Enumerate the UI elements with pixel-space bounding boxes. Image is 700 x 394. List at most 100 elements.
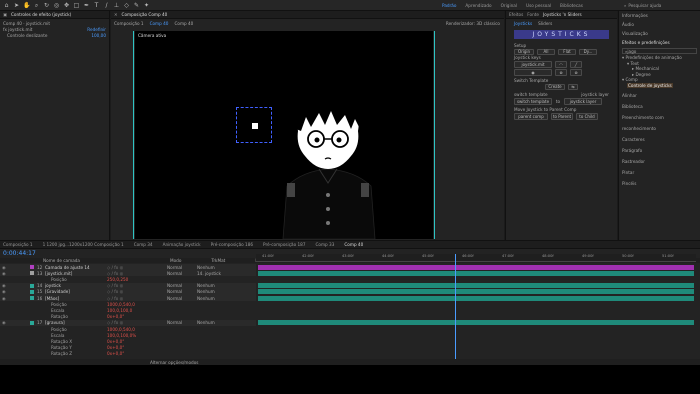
- label-color-swatch[interactable]: [30, 346, 34, 350]
- panel-brushes[interactable]: Pincéis: [622, 178, 697, 189]
- layer-parent[interactable]: Nenhum: [197, 296, 235, 301]
- panel-paragraph[interactable]: Parágrafo: [622, 145, 697, 156]
- panel-character[interactable]: Caracteres: [622, 134, 697, 145]
- switch-template-dropdown[interactable]: switch template: [514, 98, 552, 105]
- panel-content-aware[interactable]: Preenchimento com reconhecimento: [622, 112, 697, 134]
- label-color-swatch[interactable]: [30, 296, 34, 300]
- layer-mode[interactable]: Normal: [167, 271, 197, 276]
- timeline-tab[interactable]: Pré-composição 186: [211, 242, 253, 247]
- joystick-layer-dropdown2[interactable]: joystick layer: [564, 98, 602, 105]
- label-color-swatch[interactable]: [30, 265, 34, 269]
- layer-name[interactable]: Rotação X: [45, 339, 107, 344]
- property-value[interactable]: 0x+0,0°: [107, 314, 167, 319]
- layer-duration-bar[interactable]: [258, 264, 694, 270]
- layer-parent[interactable]: Nenhum: [197, 283, 235, 288]
- visibility-icon[interactable]: ◉: [2, 283, 10, 288]
- comp-viewer[interactable]: Câmera ativa: [135, 31, 433, 239]
- label-color-swatch[interactable]: [30, 302, 34, 306]
- lock-icon[interactable]: ▣: [3, 12, 7, 17]
- property-row[interactable]: Posição 250,0,250: [0, 276, 256, 282]
- timeline-tab[interactable]: Composição 1: [3, 242, 33, 247]
- property-value[interactable]: 1000,0,540,0: [107, 327, 167, 332]
- breadcrumb-item[interactable]: Comp 40: [150, 21, 169, 26]
- home-icon[interactable]: ⌂: [3, 2, 10, 9]
- pen-tool-icon[interactable]: ✒: [83, 2, 90, 9]
- joystick-layer-dropdown[interactable]: ◉: [514, 69, 552, 76]
- dyn-button[interactable]: Dy...: [579, 49, 597, 55]
- label-color-swatch[interactable]: [30, 327, 34, 331]
- slider-value[interactable]: 100,00: [91, 33, 106, 39]
- switches[interactable]: ◇ / fx ◎: [107, 271, 167, 276]
- time-ruler[interactable]: 41:00f 42:00f 43:00f 44:00f 45:00f 46:00f 47:0…: [256, 254, 696, 262]
- property-row[interactable]: Posição 1000,0,540,0: [0, 326, 256, 332]
- timeline-tab[interactable]: Pré-composição 187: [263, 242, 305, 247]
- layer-mode[interactable]: Normal: [167, 283, 197, 288]
- label-color-swatch[interactable]: [30, 315, 34, 319]
- layer-duration-bar[interactable]: [258, 295, 694, 301]
- subtab-joysticks[interactable]: Joysticks: [514, 21, 532, 26]
- joystick-shape-icon[interactable]: ◠: [555, 61, 567, 68]
- label-color-swatch[interactable]: [30, 283, 34, 288]
- layer-mode[interactable]: Normal: [167, 289, 197, 294]
- camera-tool-icon[interactable]: ◎: [53, 2, 60, 9]
- breadcrumb-item[interactable]: Comp 40: [174, 21, 193, 26]
- layer-name[interactable]: Posição: [45, 327, 107, 332]
- switches[interactable]: ◇ / fx ◎: [107, 296, 167, 301]
- property-value[interactable]: 250,0,250: [107, 277, 167, 282]
- tab-composition[interactable]: Composição Comp 40: [122, 12, 168, 17]
- parent-comp-dropdown[interactable]: parent comp: [514, 113, 548, 120]
- layer-name[interactable]: [Gravidade]: [45, 289, 107, 294]
- property-value[interactable]: 1000,0,540,0: [107, 302, 167, 307]
- switches[interactable]: ◇ / fx ◎: [107, 265, 167, 270]
- slider-row[interactable]: Controle deslizante 100,00: [3, 33, 106, 39]
- label-color-swatch[interactable]: [30, 271, 34, 276]
- layer-parent[interactable]: Nenhum: [197, 265, 235, 270]
- layer-name[interactable]: [Mãos]: [45, 296, 107, 301]
- effects-search[interactable]: ⌕ jago: [622, 48, 697, 54]
- property-value[interactable]: 0x+0,0°: [107, 351, 167, 356]
- timeline-tab[interactable]: Animação joystick: [163, 242, 201, 247]
- pan-behind-tool-icon[interactable]: ✥: [63, 2, 70, 9]
- property-row[interactable]: Posição 1000,0,540,0: [0, 301, 256, 307]
- roto-tool-icon[interactable]: ✎: [133, 2, 140, 9]
- tab-effect-controls[interactable]: Controles de efeito (joystick): [11, 12, 71, 17]
- property-value[interactable]: 0x+0,0°: [107, 339, 167, 344]
- visibility-icon[interactable]: ◉: [2, 271, 10, 276]
- toggle-modes-label[interactable]: Alternar opções/modos: [150, 360, 198, 365]
- selection-tool-icon[interactable]: ➤: [13, 2, 20, 9]
- breadcrumb-item[interactable]: Composição 1: [114, 21, 144, 26]
- link-icon[interactable]: ⊗: [555, 69, 567, 76]
- layer-parent[interactable]: Nenhum: [197, 320, 235, 325]
- col-trkmat[interactable]: TrkMat: [211, 258, 225, 263]
- rectangle-tool-icon[interactable]: □: [73, 2, 80, 9]
- clone-tool-icon[interactable]: ⊥: [113, 2, 120, 9]
- layer-row[interactable]: ◉ 16 [Mãos] ◇ / fx ◎ Normal Nenhum: [0, 295, 256, 301]
- rotate-tool-icon[interactable]: ↻: [43, 2, 50, 9]
- tab-joysticks-sliders[interactable]: Joysticks 'n Sliders: [543, 12, 582, 17]
- layer-name[interactable]: joystick: [45, 283, 107, 288]
- property-value[interactable]: 100,0,100,0: [107, 308, 167, 313]
- visibility-icon[interactable]: ◉: [2, 289, 10, 294]
- panel-align[interactable]: Alinhar: [622, 90, 697, 101]
- visibility-icon[interactable]: ◉: [2, 296, 10, 301]
- property-row[interactable]: Rotação X 0x+0,0°: [0, 338, 256, 344]
- layer-name[interactable]: Rotação Y: [45, 345, 107, 350]
- subtab-sliders[interactable]: Sliders: [538, 21, 552, 26]
- property-row[interactable]: Rotação Z 0x+0,0°: [0, 351, 256, 357]
- layer-row[interactable]: ◉ 15 [Gravidade] ◇ / fx ◎ Normal Nenhum: [0, 288, 256, 295]
- panel-effects-presets[interactable]: Efeitos e predefinições: [622, 38, 697, 47]
- visibility-icon[interactable]: ◉: [2, 265, 10, 270]
- layer-duration-bar[interactable]: [258, 289, 694, 295]
- layer-name[interactable]: Posição: [45, 277, 107, 282]
- text-tool-icon[interactable]: T: [93, 2, 100, 9]
- workspace-libraries[interactable]: Bibliotecas: [560, 3, 583, 8]
- switches[interactable]: ◇ / fx ◎: [107, 289, 167, 294]
- layer-name[interactable]: [gravura]: [45, 320, 107, 325]
- to-parent-button[interactable]: to Parent: [551, 113, 573, 120]
- layer-name[interactable]: Posição: [45, 302, 107, 307]
- col-layer-name[interactable]: Nome de camada: [43, 258, 80, 263]
- tab-effects[interactable]: Efeitos: [509, 12, 523, 17]
- panel-tracker[interactable]: Rastreador: [622, 156, 697, 167]
- hand-tool-icon[interactable]: ✋: [23, 2, 30, 9]
- create-button[interactable]: Create: [545, 84, 565, 90]
